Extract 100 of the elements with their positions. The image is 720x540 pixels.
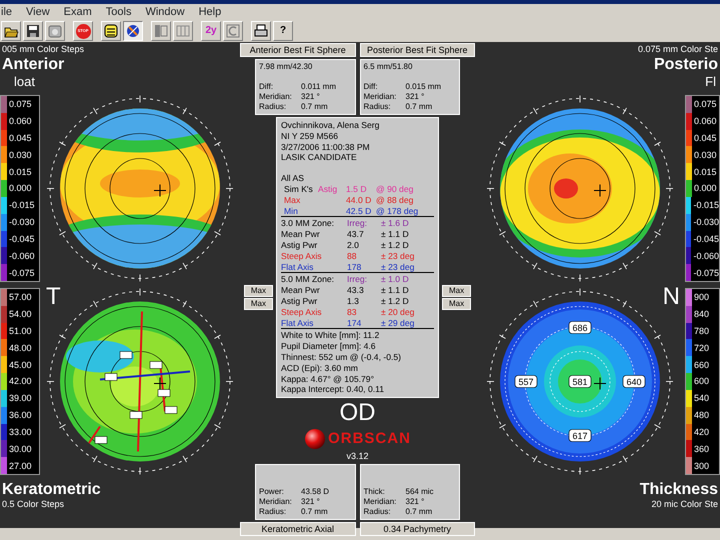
sphere-value: 6.5 mm/51.80	[364, 62, 414, 72]
scale-label: 54.00	[8, 309, 32, 320]
result-value: Astig	[318, 184, 338, 195]
scale-label: -0.030	[8, 217, 35, 228]
patient-info: Ovchinnikova, Alena Serg	[281, 120, 380, 131]
info-value: 321 °	[301, 92, 320, 102]
result-value: ± 23 deg	[381, 250, 416, 262]
result-value: ± 1.2 D	[381, 240, 410, 251]
scale-label: -0.060	[8, 250, 35, 261]
scale-label: 0.015	[693, 166, 717, 177]
scale-label: 840	[693, 309, 710, 320]
measurement: Pupil Diameter [mm]: 4.6	[281, 341, 377, 352]
scale-label: 720	[693, 342, 710, 353]
info-value: 0.011 mm	[301, 82, 336, 92]
panel-header: Keratometric Axial	[240, 522, 356, 536]
measurement: Kappa: 4.67° @ 105.79°	[281, 374, 376, 384]
scale-label: 780	[693, 326, 710, 336]
result-value: 1.3	[347, 296, 360, 307]
result-value: 3.0 MM Zone:	[281, 218, 336, 230]
result-value: ± 29 deg	[381, 318, 416, 328]
toolbar-button[interactable]: ?	[273, 21, 293, 41]
measurement: White to White [mm]: 11.2	[281, 330, 380, 342]
scale-label: 0.060	[693, 116, 717, 126]
scale-label: -0.060	[692, 250, 719, 261]
thickness-reading: 640	[622, 375, 646, 388]
menu-item[interactable]: Window	[145, 5, 185, 19]
crosshair-icon	[154, 184, 166, 197]
scale-label: 0.075	[693, 99, 717, 110]
scale-label: 660	[693, 360, 710, 370]
color-steps-caption: 005 mm Color Steps	[2, 44, 84, 55]
list-icon	[103, 23, 119, 39]
result-value: ± 1.1 D	[381, 229, 410, 240]
sphere-logo-icon	[304, 428, 326, 450]
map-title: Anterior	[2, 55, 64, 74]
max-button[interactable]: Max	[244, 298, 273, 310]
info-label: Meridian:	[364, 496, 398, 507]
result-value: Mean Pwr	[281, 285, 321, 296]
max-button[interactable]: Max	[442, 285, 472, 297]
menu-item[interactable]: Help	[198, 5, 222, 19]
info-label: Diff:	[364, 82, 379, 92]
exam-label: All AS	[281, 173, 305, 184]
result-value: Steep Axis	[281, 250, 323, 262]
result-value: Flat Axis	[281, 262, 314, 272]
patient-info: NI Y 259 M566	[281, 130, 340, 142]
panel-icon	[153, 23, 169, 39]
result-value: ± 1.1 D	[381, 285, 410, 296]
result-value: Astig Pwr	[281, 240, 318, 251]
crosshair-icon	[594, 377, 606, 390]
result-value: Max	[284, 194, 302, 206]
result-value: 1.5 D	[346, 184, 368, 195]
crosshair-icon	[154, 377, 166, 390]
info-value: 321 °	[406, 496, 424, 507]
info-label: Power:	[259, 486, 285, 497]
thickness-reading: 617	[568, 429, 592, 442]
sphere-value: 7.98 mm/42.30	[259, 62, 314, 72]
info-label: Diff:	[259, 82, 274, 92]
info-value: 0.7 mm	[301, 506, 328, 517]
panel-header: Posterior Best Fit Sphere	[360, 43, 475, 57]
scale-label: 0.015	[8, 166, 32, 177]
save-icon	[25, 23, 41, 39]
measurement: Thinnest: 552 um @ (-0.4, -0.5)	[281, 352, 402, 363]
result-value: 42.5 D	[346, 206, 372, 216]
result-value: 174	[347, 318, 362, 328]
scale-label: 0.045	[693, 133, 717, 144]
result-value: Sim K's	[284, 184, 314, 195]
scale-label: 0.000	[8, 183, 32, 194]
scale-label: 300	[693, 460, 710, 471]
info-label: Meridian:	[259, 92, 293, 102]
scale-label: 30.00	[8, 444, 32, 454]
eye-label: OD	[340, 400, 376, 426]
measurement: Kappa Intercept: 0.40, 0.11	[281, 384, 386, 396]
scale-label: -0.045	[8, 234, 35, 244]
logo-text: ORBSCAN	[328, 429, 411, 450]
result-value: 88	[347, 250, 358, 262]
menu-item[interactable]: Tools	[106, 5, 132, 19]
scale-label: 45.00	[8, 360, 32, 370]
result-value: 83	[347, 306, 358, 318]
crosshair-icon	[594, 184, 606, 197]
scale-label: 33.00	[8, 426, 32, 437]
scale-label: 39.00	[8, 393, 32, 404]
compass-icon	[125, 23, 141, 39]
toolbar-button[interactable]	[123, 21, 143, 41]
info-value: 321 °	[406, 92, 424, 102]
map-subtitle: loat	[13, 74, 35, 89]
color-steps-caption: 0.5 Color Steps	[2, 499, 64, 510]
menu-item[interactable]: View	[26, 5, 50, 19]
measurement: ACD (Epi): 3.60 mm	[281, 362, 359, 374]
max-button[interactable]: Max	[244, 285, 273, 297]
info-label: Radius:	[364, 102, 392, 112]
max-button[interactable]: Max	[442, 298, 472, 310]
map-title: Posterio	[654, 55, 718, 74]
scale-label: 540	[693, 393, 710, 404]
scale-label: 0.060	[8, 116, 32, 126]
scale-label: 0.030	[693, 150, 717, 160]
map-title: Thickness	[640, 480, 718, 499]
result-value: ± 23 deg	[381, 262, 416, 272]
menu-item[interactable]: Exam	[64, 5, 92, 19]
scale-label: 0.045	[8, 133, 32, 144]
menu-item[interactable]: ile	[1, 5, 12, 19]
result-value: Mean Pwr	[281, 229, 321, 240]
